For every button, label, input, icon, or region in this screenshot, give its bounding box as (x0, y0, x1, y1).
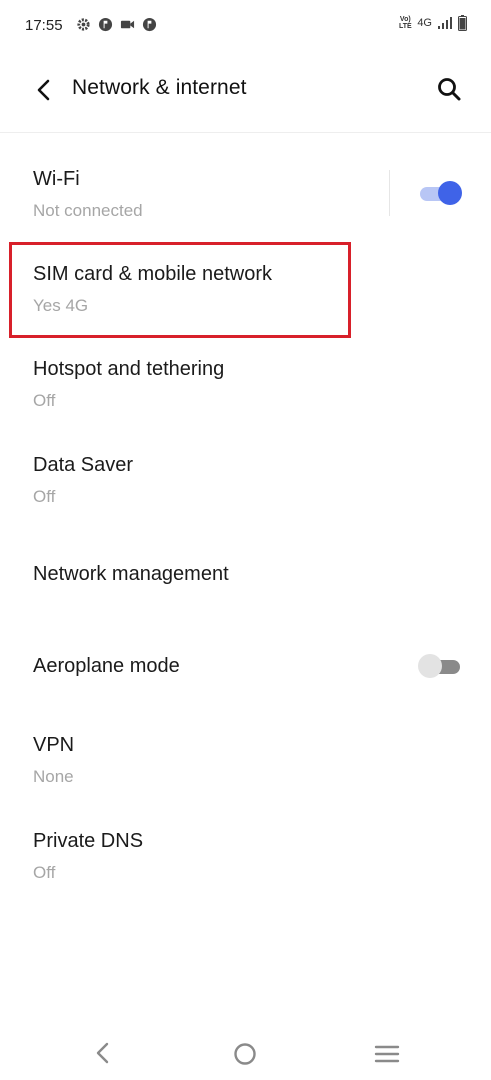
status-icons-right: Vo) LTE 4G (398, 15, 467, 31)
private-dns-subtitle: Off (33, 863, 56, 882)
data-saver-item[interactable]: Data Saver Off (0, 441, 491, 521)
aeroplane-toggle-thumb (418, 654, 442, 678)
volte-line1: Vo) (399, 16, 411, 23)
wifi-subtitle: Not connected (33, 201, 143, 220)
aeroplane-toggle[interactable] (418, 654, 462, 678)
notification-icon (98, 17, 113, 32)
wifi-title: Wi-Fi (33, 168, 80, 190)
highlight-box (9, 242, 351, 338)
signal-icon (438, 17, 452, 29)
navigation-bar (0, 1026, 491, 1080)
data-saver-subtitle: Off (33, 487, 56, 506)
nav-home-icon[interactable] (233, 1042, 257, 1066)
hotspot-subtitle: Off (33, 391, 56, 410)
private-dns-title: Private DNS (33, 830, 144, 852)
video-record-icon (120, 20, 135, 29)
private-dns-item[interactable]: Private DNS Off (0, 818, 491, 898)
network-management-item[interactable]: Network management (0, 540, 491, 610)
settings-gear-icon (77, 18, 90, 31)
wifi-toggle[interactable] (418, 181, 462, 205)
network-management-title: Network management (33, 563, 229, 585)
data-saver-title: Data Saver (33, 454, 134, 476)
nav-menu-icon[interactable] (374, 1044, 400, 1064)
status-icons-left (76, 17, 157, 32)
search-icon[interactable] (435, 75, 463, 103)
vpn-item[interactable]: VPN None (0, 722, 491, 802)
network-type-label: 4G (417, 17, 432, 29)
aeroplane-mode-title: Aeroplane mode (33, 655, 180, 677)
volte-line2: LTE (398, 23, 412, 30)
battery-icon (458, 15, 467, 31)
page-title: Network & internet (72, 76, 247, 99)
hotspot-item[interactable]: Hotspot and tethering Off (0, 346, 491, 426)
vpn-subtitle: None (33, 767, 74, 786)
notification-icon (142, 17, 157, 32)
nav-back-icon[interactable] (92, 1041, 114, 1065)
status-time: 17:55 (25, 17, 63, 34)
hotspot-title: Hotspot and tethering (33, 358, 225, 380)
app-header: Network & internet (0, 52, 491, 133)
vpn-title: VPN (33, 734, 75, 756)
status-bar: 17:55 Vo) LTE 4G (0, 0, 491, 52)
volte-icon: Vo) LTE (398, 16, 412, 30)
wifi-toggle-thumb (438, 181, 462, 205)
vertical-divider (389, 170, 390, 216)
back-arrow-icon[interactable] (30, 76, 58, 104)
